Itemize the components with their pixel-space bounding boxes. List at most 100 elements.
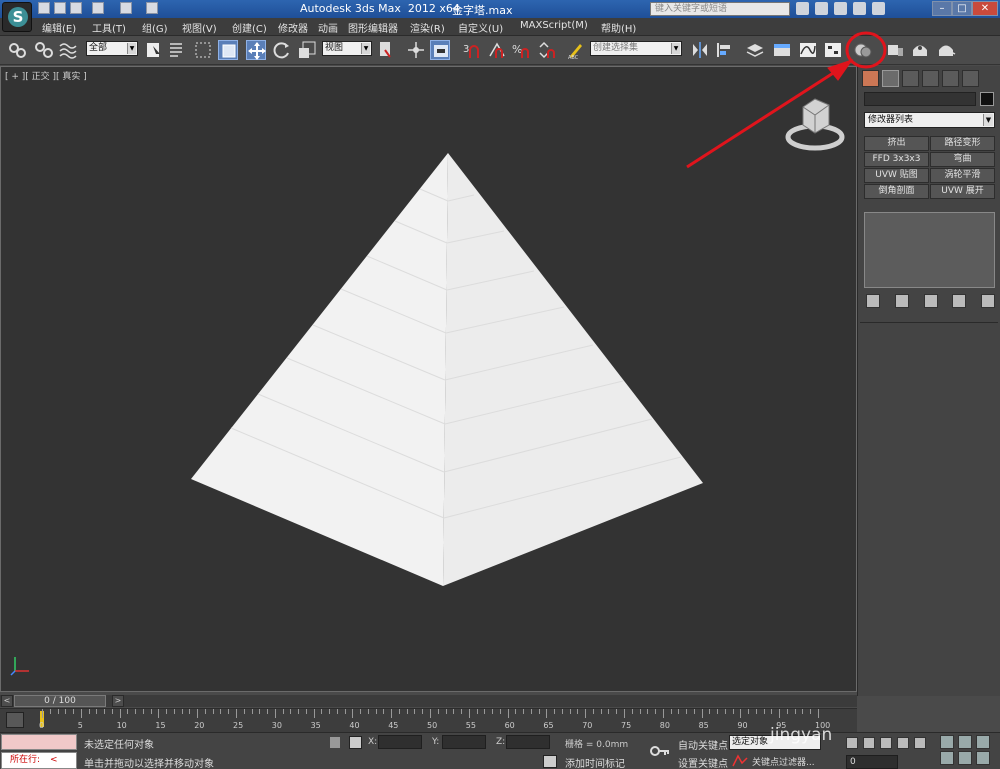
extrude-button[interactable]: 挤出	[864, 136, 929, 151]
previous-frame-icon[interactable]	[863, 737, 875, 749]
key-filters-button[interactable]: 关键点过滤器...	[752, 755, 815, 768]
utilities-tab-icon[interactable]	[962, 70, 979, 87]
pin-stack-icon[interactable]	[866, 294, 880, 308]
angle-snap-icon[interactable]	[487, 40, 507, 60]
app-menu-button[interactable]: S	[2, 2, 32, 32]
next-frame-button[interactable]: >	[112, 695, 124, 707]
schematic-view-icon[interactable]	[823, 40, 843, 60]
modifier-list-dropdown[interactable]: 修改器列表 ▼	[864, 112, 995, 128]
select-object-icon[interactable]	[144, 40, 164, 60]
play-icon[interactable]	[880, 737, 892, 749]
spinner-snap-icon[interactable]	[536, 40, 556, 60]
key-mode-icon[interactable]	[732, 754, 748, 768]
prev-frame-button[interactable]: <	[1, 695, 13, 707]
select-and-move-icon[interactable]	[246, 40, 266, 60]
menu-help[interactable]: 帮助(H)	[601, 20, 636, 35]
object-color-swatch[interactable]	[980, 92, 994, 106]
viewcube-icon[interactable]	[785, 93, 845, 153]
bind-space-warp-icon[interactable]	[58, 40, 78, 60]
time-slider-thumb[interactable]: 0 / 100	[14, 695, 106, 707]
object-name-field[interactable]	[864, 92, 976, 106]
maxscript-line[interactable]: 所在行: <	[1, 752, 77, 769]
rendered-frame-window-icon[interactable]	[910, 40, 930, 60]
viewport-label[interactable]: [ + ][ 正交 ][ 真实 ]	[5, 69, 87, 82]
menu-customize[interactable]: 自定义(U)	[458, 20, 503, 35]
auto-key-button[interactable]: 自动关键点	[678, 737, 728, 752]
selection-filter-dropdown[interactable]: 全部 ▼	[86, 41, 138, 56]
pivot-center-icon[interactable]	[376, 40, 396, 60]
new-file-icon[interactable]	[38, 2, 50, 14]
curve-editor-icon[interactable]	[798, 40, 818, 60]
rectangular-selection-icon[interactable]	[193, 40, 213, 60]
zoom-icon[interactable]	[940, 735, 954, 749]
modify-tab-icon[interactable]	[882, 70, 899, 87]
time-tag-icon[interactable]	[543, 755, 557, 768]
x-coordinate-field[interactable]	[378, 735, 422, 749]
next-frame-icon[interactable]	[897, 737, 909, 749]
lock-selection-icon[interactable]	[330, 737, 340, 748]
field-of-view-icon[interactable]	[940, 751, 954, 765]
zoom-all-icon[interactable]	[958, 735, 972, 749]
menu-group[interactable]: 组(G)	[142, 20, 168, 35]
zoom-extents-icon[interactable]	[976, 735, 990, 749]
z-coordinate-field[interactable]	[506, 735, 550, 749]
time-slider[interactable]: < 0 / 100 >	[0, 695, 857, 707]
align-icon[interactable]	[714, 40, 734, 60]
menu-graph-editors[interactable]: 图形编辑器	[348, 20, 398, 35]
undo-icon[interactable]	[92, 2, 104, 14]
display-tab-icon[interactable]	[942, 70, 959, 87]
track-bar[interactable]: 0 5 10 15 20 25 30 35 40 45 50 55 60 65 70 75 80 85 90 95 10…	[0, 708, 857, 732]
unwrap-uvw-button[interactable]: UVW 展开	[930, 184, 995, 199]
hierarchy-tab-icon[interactable]	[902, 70, 919, 87]
menu-tools[interactable]: 工具(T)	[92, 20, 126, 35]
go-to-end-icon[interactable]	[914, 737, 926, 749]
current-frame-field[interactable]: 0	[846, 755, 898, 769]
maximize-button[interactable]: □	[952, 1, 972, 16]
help-icon[interactable]	[872, 2, 885, 15]
layer-manager-icon[interactable]	[745, 40, 765, 60]
redo-icon[interactable]	[120, 2, 132, 14]
motion-tab-icon[interactable]	[922, 70, 939, 87]
open-file-icon[interactable]	[54, 2, 66, 14]
help-search-input[interactable]: 键入关键字或短语	[650, 2, 790, 16]
y-coordinate-field[interactable]	[442, 735, 486, 749]
close-button[interactable]: ✕	[972, 1, 998, 16]
menu-edit[interactable]: 编辑(E)	[42, 20, 76, 35]
menu-modifiers[interactable]: 修改器	[278, 20, 308, 35]
maxscript-listener-input[interactable]	[1, 734, 77, 750]
show-end-result-icon[interactable]	[894, 294, 909, 308]
unlink-icon[interactable]	[34, 40, 54, 60]
keyboard-shortcut-override-icon[interactable]	[430, 40, 450, 60]
open-mini-curve-editor-icon[interactable]	[6, 712, 24, 728]
remove-modifier-icon[interactable]	[952, 294, 967, 308]
select-and-scale-icon[interactable]	[297, 40, 317, 60]
path-deform-button[interactable]: 路径变形	[930, 136, 995, 151]
menu-animation[interactable]: 动画	[318, 20, 338, 35]
uvw-map-button[interactable]: UVW 贴图	[864, 168, 929, 183]
pan-icon[interactable]	[958, 751, 972, 765]
save-file-icon[interactable]	[70, 2, 82, 14]
select-and-rotate-icon[interactable]	[272, 40, 292, 60]
set-key-button[interactable]: 设置关键点	[678, 755, 728, 769]
bend-button[interactable]: 弯曲	[930, 152, 995, 167]
render-production-icon[interactable]	[936, 40, 956, 60]
project-folder-icon[interactable]	[146, 2, 158, 14]
window-crossing-icon[interactable]	[218, 40, 238, 60]
menu-views[interactable]: 视图(V)	[182, 20, 217, 35]
binoculars-icon[interactable]	[796, 2, 809, 15]
make-unique-icon[interactable]	[923, 294, 938, 308]
modifier-stack[interactable]	[864, 212, 995, 288]
communication-icon[interactable]	[834, 2, 847, 15]
menu-create[interactable]: 创建(C)	[232, 20, 267, 35]
select-and-manipulate-icon[interactable]	[406, 40, 426, 60]
named-selection-dropdown[interactable]: 创建选择集 ▼	[590, 41, 682, 56]
pyramid-object[interactable]	[191, 153, 711, 593]
favorites-star-icon[interactable]	[853, 2, 866, 15]
snaps-toggle-icon[interactable]: 3	[462, 40, 482, 60]
absolute-mode-icon[interactable]	[349, 736, 362, 749]
key-icon[interactable]	[650, 741, 670, 761]
add-time-tag[interactable]: 添加时间标记	[565, 755, 625, 769]
maximize-viewport-icon[interactable]	[976, 751, 990, 765]
go-to-start-icon[interactable]	[846, 737, 858, 749]
perspective-viewport[interactable]: [ + ][ 正交 ][ 真实 ]	[0, 66, 857, 692]
